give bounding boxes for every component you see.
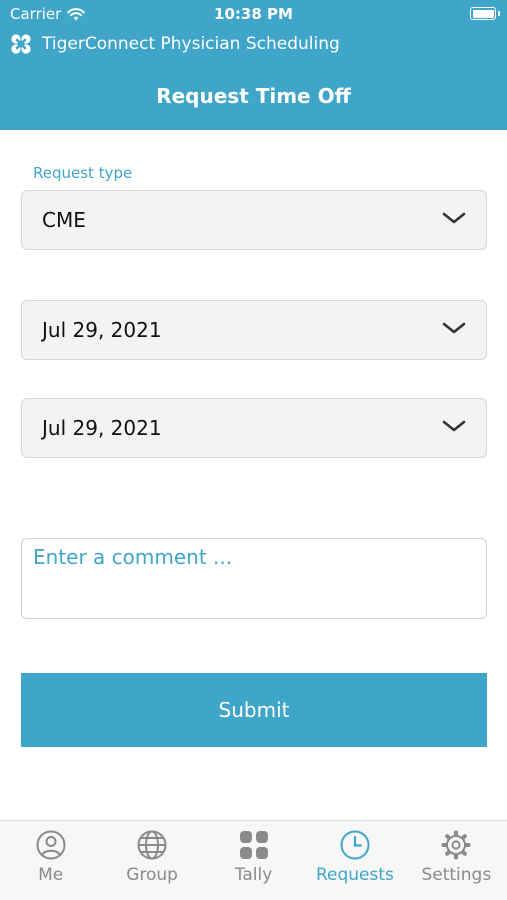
start-date-value: Jul 29, 2021: [42, 318, 162, 342]
app-header: Carrier 10:38 PM TigerConnect Physician …: [0, 0, 507, 130]
page-title: Request Time Off: [156, 84, 351, 108]
tab-requests[interactable]: Requests: [304, 821, 405, 900]
tab-me[interactable]: Me: [0, 821, 101, 900]
tab-label: Requests: [315, 865, 394, 885]
grid-icon: [239, 831, 268, 859]
tab-group[interactable]: Group: [101, 821, 202, 900]
person-icon: [36, 830, 66, 860]
tab-label: Group: [126, 865, 178, 885]
app-name: TigerConnect Physician Scheduling: [42, 34, 340, 54]
tab-bar: Me Group Tally Requests Settings: [0, 820, 507, 900]
chevron-down-icon: [442, 420, 466, 432]
gear-icon: [441, 830, 471, 860]
chevron-down-icon: [442, 322, 466, 334]
end-date-select[interactable]: Jul 29, 2021: [21, 398, 487, 458]
submit-button[interactable]: Submit: [21, 673, 487, 747]
comment-input[interactable]: [21, 538, 487, 619]
tigerconnect-logo-icon: [11, 34, 31, 54]
status-time: 10:38 PM: [214, 5, 293, 23]
request-type-label: Request type: [33, 164, 133, 182]
tab-label: Settings: [421, 865, 492, 885]
status-bar: Carrier 10:38 PM: [0, 0, 507, 28]
chevron-down-icon: [442, 212, 466, 224]
tab-label: Tally: [234, 865, 273, 885]
tab-settings[interactable]: Settings: [406, 821, 507, 900]
request-type-value: CME: [42, 208, 86, 232]
globe-icon: [137, 830, 167, 860]
tab-tally[interactable]: Tally: [203, 821, 304, 900]
clock-icon: [340, 830, 370, 860]
request-type-select[interactable]: CME: [21, 190, 487, 250]
tab-label: Me: [38, 865, 64, 885]
start-date-select[interactable]: Jul 29, 2021: [21, 300, 487, 360]
end-date-value: Jul 29, 2021: [42, 416, 162, 440]
battery-icon: [470, 7, 500, 20]
app-identity: TigerConnect Physician Scheduling: [10, 33, 340, 55]
